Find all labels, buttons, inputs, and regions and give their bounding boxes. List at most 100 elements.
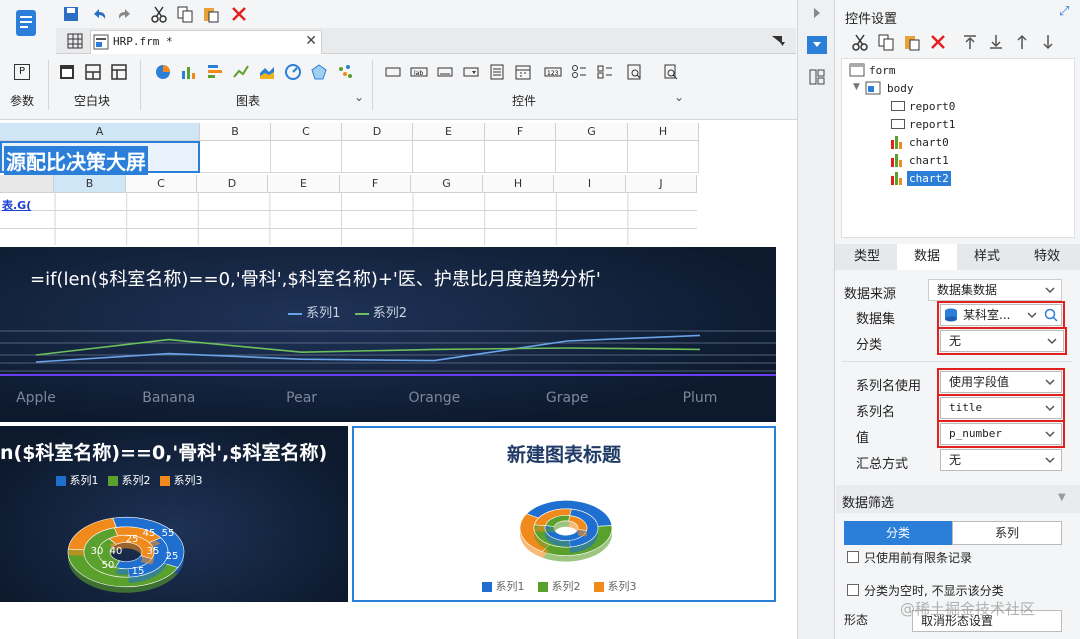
tree-node-body[interactable]: body — [887, 82, 914, 95]
grid-icon[interactable] — [66, 32, 84, 50]
col-header-c[interactable]: C — [271, 123, 342, 141]
col-header-sub-g[interactable]: G — [411, 175, 483, 193]
window-menu-icon[interactable] — [770, 34, 788, 52]
cell[interactable] — [200, 141, 271, 173]
filter-tab-series[interactable]: 系列 — [952, 521, 1062, 545]
move-down-icon[interactable] — [1039, 33, 1057, 51]
cell[interactable] — [556, 141, 628, 173]
save-icon[interactable] — [62, 5, 80, 23]
title-cell[interactable]: 源配比决策大屏 — [0, 141, 200, 175]
col-header-sub-c[interactable]: C — [126, 175, 197, 193]
data-source-select[interactable]: 数据集数据 — [928, 279, 1062, 301]
col-header-sub-d[interactable]: D — [197, 175, 268, 193]
search-widget-icon[interactable] — [662, 63, 680, 81]
bar-chart-icon[interactable] — [180, 63, 198, 81]
area-chart-icon[interactable] — [258, 63, 276, 81]
blank-block-icon-3[interactable] — [110, 63, 128, 81]
cut-icon[interactable] — [150, 5, 168, 23]
radar-chart-icon[interactable] — [310, 63, 328, 81]
line-chart[interactable]: =if(len($科室名称)==0,'骨科',$科室名称)+'医、护患比月度趋势… — [0, 247, 776, 422]
summary-select[interactable]: 无 — [940, 449, 1062, 471]
delete-icon[interactable] — [230, 5, 248, 23]
hide-empty-checkbox[interactable] — [847, 584, 859, 596]
category-select[interactable]: 无 — [937, 327, 1067, 355]
series-name-use-select[interactable]: 使用字段值 — [937, 368, 1065, 396]
col-header-g[interactable]: G — [556, 123, 628, 141]
col-header-a[interactable]: A — [0, 123, 200, 141]
cell[interactable] — [485, 141, 556, 173]
blank-block-icon-1[interactable] — [58, 63, 76, 81]
search-icon[interactable] — [1043, 307, 1059, 323]
tab-close-icon[interactable]: ✕ — [305, 33, 317, 49]
col-header-e[interactable]: E — [413, 123, 485, 141]
sub-sheet-grid[interactable] — [0, 193, 697, 245]
tree-node-chart1[interactable]: chart1 — [909, 154, 949, 167]
move-top-icon[interactable] — [961, 33, 979, 51]
list-widget-icon[interactable] — [488, 63, 506, 81]
delete-icon[interactable] — [929, 33, 947, 51]
data-filter-header[interactable]: 数据筛选 ▼ — [836, 485, 1080, 513]
move-up-icon[interactable] — [1013, 33, 1031, 51]
pie-chart-right[interactable]: 新建图表标题 系列1 系列2 系列3 — [352, 426, 776, 602]
tree-node-chart2[interactable]: chart2 — [907, 171, 951, 186]
tree-expand-icon[interactable]: ▼ — [853, 82, 860, 92]
collapse-arrow-icon[interactable] — [810, 6, 828, 24]
app-logo-icon[interactable] — [14, 8, 38, 38]
limit-records-checkbox[interactable] — [847, 551, 859, 563]
dataset-select[interactable]: 某科室... — [937, 301, 1065, 329]
tree-node-report1[interactable]: report1 — [909, 118, 955, 131]
layout-icon[interactable] — [808, 68, 826, 86]
col-header-h[interactable]: H — [628, 123, 699, 141]
tab-data[interactable]: 数据 — [897, 244, 957, 270]
tab-effect[interactable]: 特效 — [1017, 244, 1077, 270]
tab-type[interactable]: 类型 — [837, 244, 897, 270]
col-header-sub-j[interactable]: J — [626, 175, 697, 193]
checkbox-widget-icon[interactable] — [596, 63, 614, 81]
widget-section-expand-icon[interactable]: ⌄ — [674, 90, 684, 104]
link-cell-text[interactable]: 表.G( — [2, 197, 32, 213]
date-widget-icon[interactable] — [514, 63, 532, 81]
tree-node-chart0[interactable]: chart0 — [909, 136, 949, 149]
expand-panel-icon[interactable]: ⤢ — [1059, 4, 1069, 19]
query-widget-icon[interactable] — [626, 63, 644, 81]
tab-file[interactable]: HRP.frm * ✕ — [90, 30, 322, 54]
widget-settings-toggle[interactable] — [807, 36, 827, 54]
col-header-sub-e[interactable]: E — [268, 175, 340, 193]
paste-icon[interactable] — [903, 33, 921, 51]
col-header-f[interactable]: F — [485, 123, 556, 141]
cell[interactable] — [413, 141, 485, 173]
scatter-chart-icon[interactable] — [336, 63, 354, 81]
col-header-b[interactable]: B — [200, 123, 271, 141]
hbar-chart-icon[interactable] — [206, 63, 224, 81]
combo-widget-icon[interactable] — [462, 63, 480, 81]
label-widget-icon[interactable]: lab — [410, 63, 428, 81]
redo-icon[interactable] — [116, 5, 134, 23]
series-name-select[interactable]: title — [937, 394, 1065, 422]
cell[interactable] — [342, 141, 413, 173]
pie-chart-icon[interactable] — [154, 63, 172, 81]
move-bottom-icon[interactable] — [987, 33, 1005, 51]
col-header-sub-b[interactable]: B — [54, 175, 126, 193]
cell[interactable] — [628, 141, 699, 173]
cell[interactable] — [271, 141, 342, 173]
chart-section-expand-icon[interactable]: ⌄ — [354, 90, 364, 104]
col-header-sub-f[interactable]: F — [340, 175, 411, 193]
line-chart-icon[interactable] — [232, 63, 250, 81]
col-header-d[interactable]: D — [342, 123, 413, 141]
param-icon[interactable]: P — [14, 64, 30, 80]
number-widget-icon[interactable]: 123 — [544, 63, 562, 81]
cut-icon[interactable] — [851, 33, 869, 51]
blank-block-icon-2[interactable] — [84, 63, 102, 81]
gauge-chart-icon[interactable] — [284, 63, 302, 81]
copy-icon[interactable] — [877, 33, 895, 51]
textbox-widget-icon[interactable] — [436, 63, 454, 81]
undo-icon[interactable] — [90, 5, 108, 23]
pie-chart-left[interactable]: n($科室名称)==0,'骨科',$科室名称) 系列1 系列2 系列3 30 40… — [0, 426, 348, 602]
col-header-sub-i[interactable]: I — [554, 175, 626, 193]
radio-widget-icon[interactable] — [570, 63, 588, 81]
value-select[interactable]: p_number — [937, 420, 1065, 448]
tree-node-report0[interactable]: report0 — [909, 100, 955, 113]
filter-tab-category[interactable]: 分类 — [844, 521, 952, 545]
paste-icon[interactable] — [202, 5, 220, 23]
button-widget-icon[interactable] — [384, 63, 402, 81]
